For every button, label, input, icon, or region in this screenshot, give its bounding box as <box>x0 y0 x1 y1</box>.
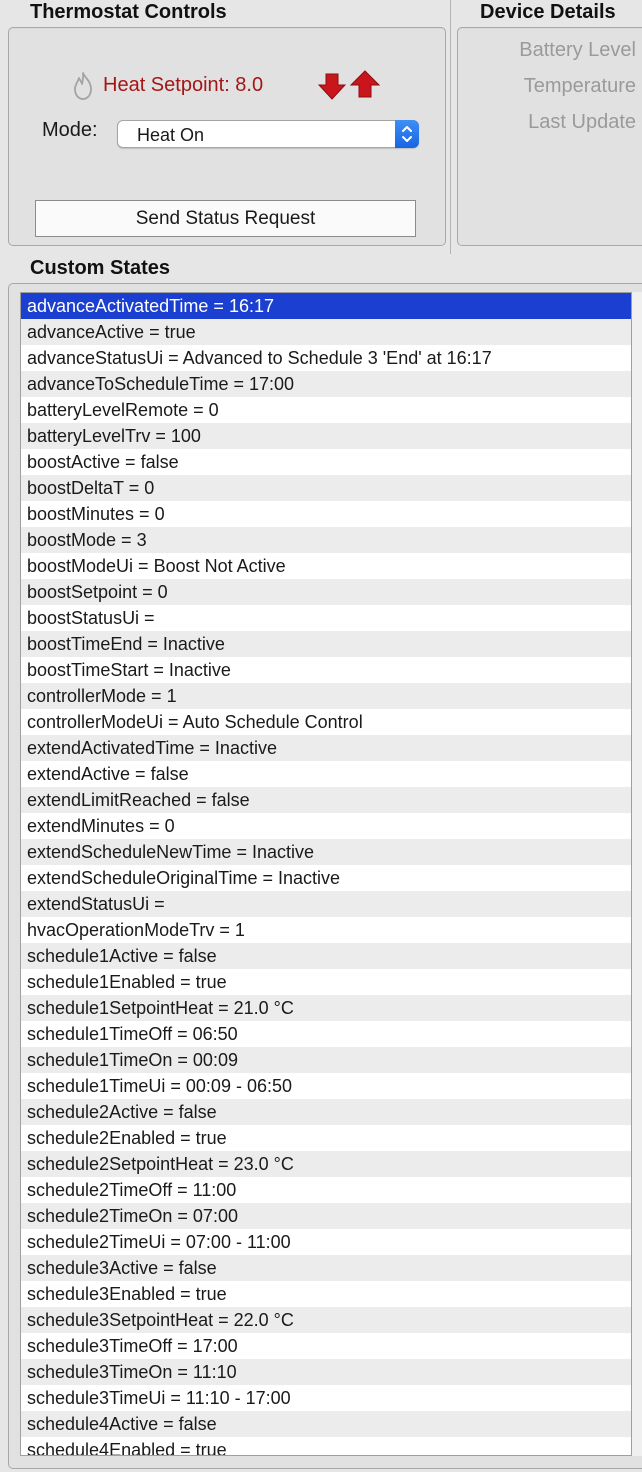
mode-select[interactable]: Heat On <box>117 120 419 148</box>
state-row[interactable]: boostMinutes = 0 <box>21 501 631 527</box>
state-row[interactable]: schedule1Enabled = true <box>21 969 631 995</box>
mode-label: Mode: <box>42 119 98 141</box>
device-details-title: Device Details <box>480 1 616 23</box>
state-row[interactable]: hvacOperationModeTrv = 1 <box>21 917 631 943</box>
state-row[interactable]: schedule3Enabled = true <box>21 1281 631 1307</box>
state-row[interactable]: extendActive = false <box>21 761 631 787</box>
state-row[interactable]: batteryLevelRemote = 0 <box>21 397 631 423</box>
state-row[interactable]: schedule2Enabled = true <box>21 1125 631 1151</box>
state-row[interactable]: boostMode = 3 <box>21 527 631 553</box>
thermostat-controls-title: Thermostat Controls <box>30 1 227 23</box>
state-row[interactable]: schedule1TimeOff = 06:50 <box>21 1021 631 1047</box>
state-row[interactable]: schedule1Active = false <box>21 943 631 969</box>
state-row[interactable]: schedule2TimeOn = 07:00 <box>21 1203 631 1229</box>
state-row[interactable]: boostDeltaT = 0 <box>21 475 631 501</box>
heat-setpoint-label: Heat Setpoint: 8.0 <box>103 74 264 96</box>
custom-states-list[interactable]: advanceActivatedTime = 16:17 advanceActiv… <box>20 292 632 1456</box>
state-row[interactable]: schedule2TimeUi = 07:00 - 11:00 <box>21 1229 631 1255</box>
state-row[interactable]: schedule4Enabled = true <box>21 1437 631 1455</box>
state-row[interactable]: extendLimitReached = false <box>21 787 631 813</box>
flame-icon <box>74 72 92 100</box>
state-row[interactable]: advanceStatusUi = Advanced to Schedule 3… <box>21 345 631 371</box>
state-row[interactable]: advanceToScheduleTime = 17:00 <box>21 371 631 397</box>
list-scroll-gutter <box>632 292 642 1456</box>
state-row[interactable]: schedule1TimeUi = 00:09 - 06:50 <box>21 1073 631 1099</box>
select-stepper-icon <box>395 120 419 148</box>
state-row[interactable]: extendMinutes = 0 <box>21 813 631 839</box>
custom-states-title: Custom States <box>30 257 171 279</box>
state-row[interactable]: extendScheduleNewTime = Inactive <box>21 839 631 865</box>
state-row[interactable]: schedule3SetpointHeat = 22.0 °C <box>21 1307 631 1333</box>
setpoint-down-arrow-icon[interactable] <box>318 72 346 100</box>
state-row[interactable]: controllerMode = 1 <box>21 683 631 709</box>
setpoint-up-arrow-icon[interactable] <box>350 70 380 98</box>
state-row[interactable]: schedule4Active = false <box>21 1411 631 1437</box>
state-row[interactable]: extendStatusUi = <box>21 891 631 917</box>
section-divider <box>450 0 451 254</box>
state-row[interactable]: schedule1TimeOn = 00:09 <box>21 1047 631 1073</box>
state-row[interactable]: boostActive = false <box>21 449 631 475</box>
last-update-label: Last Update <box>528 111 636 133</box>
mode-select-value: Heat On <box>137 125 205 145</box>
state-row[interactable]: schedule2Active = false <box>21 1099 631 1125</box>
state-row[interactable]: boostTimeStart = Inactive <box>21 657 631 683</box>
state-row[interactable]: advanceActive = true <box>21 319 631 345</box>
temperature-label: Temperature <box>523 75 636 97</box>
state-row[interactable]: boostModeUi = Boost Not Active <box>21 553 631 579</box>
state-row[interactable]: boostSetpoint = 0 <box>21 579 631 605</box>
state-row[interactable]: controllerModeUi = Auto Schedule Control <box>21 709 631 735</box>
state-row[interactable]: schedule2SetpointHeat = 23.0 °C <box>21 1151 631 1177</box>
state-row[interactable]: advanceActivatedTime = 16:17 <box>21 293 631 319</box>
state-row[interactable]: schedule1SetpointHeat = 21.0 °C <box>21 995 631 1021</box>
state-row[interactable]: boostTimeEnd = Inactive <box>21 631 631 657</box>
state-row[interactable]: batteryLevelTrv = 100 <box>21 423 631 449</box>
state-row[interactable]: schedule2TimeOff = 11:00 <box>21 1177 631 1203</box>
state-row[interactable]: extendScheduleOriginalTime = Inactive <box>21 865 631 891</box>
battery-level-label: Battery Level <box>519 39 636 61</box>
send-status-request-button[interactable]: Send Status Request <box>35 200 416 237</box>
state-row[interactable]: boostStatusUi = <box>21 605 631 631</box>
device-panel: Thermostat Controls Heat Setpoint: 8.0 M… <box>0 0 642 1472</box>
state-row[interactable]: extendActivatedTime = Inactive <box>21 735 631 761</box>
state-row[interactable]: schedule3TimeOn = 11:10 <box>21 1359 631 1385</box>
state-row[interactable]: schedule3TimeOff = 17:00 <box>21 1333 631 1359</box>
state-row[interactable]: schedule3Active = false <box>21 1255 631 1281</box>
state-row[interactable]: schedule3TimeUi = 11:10 - 17:00 <box>21 1385 631 1411</box>
